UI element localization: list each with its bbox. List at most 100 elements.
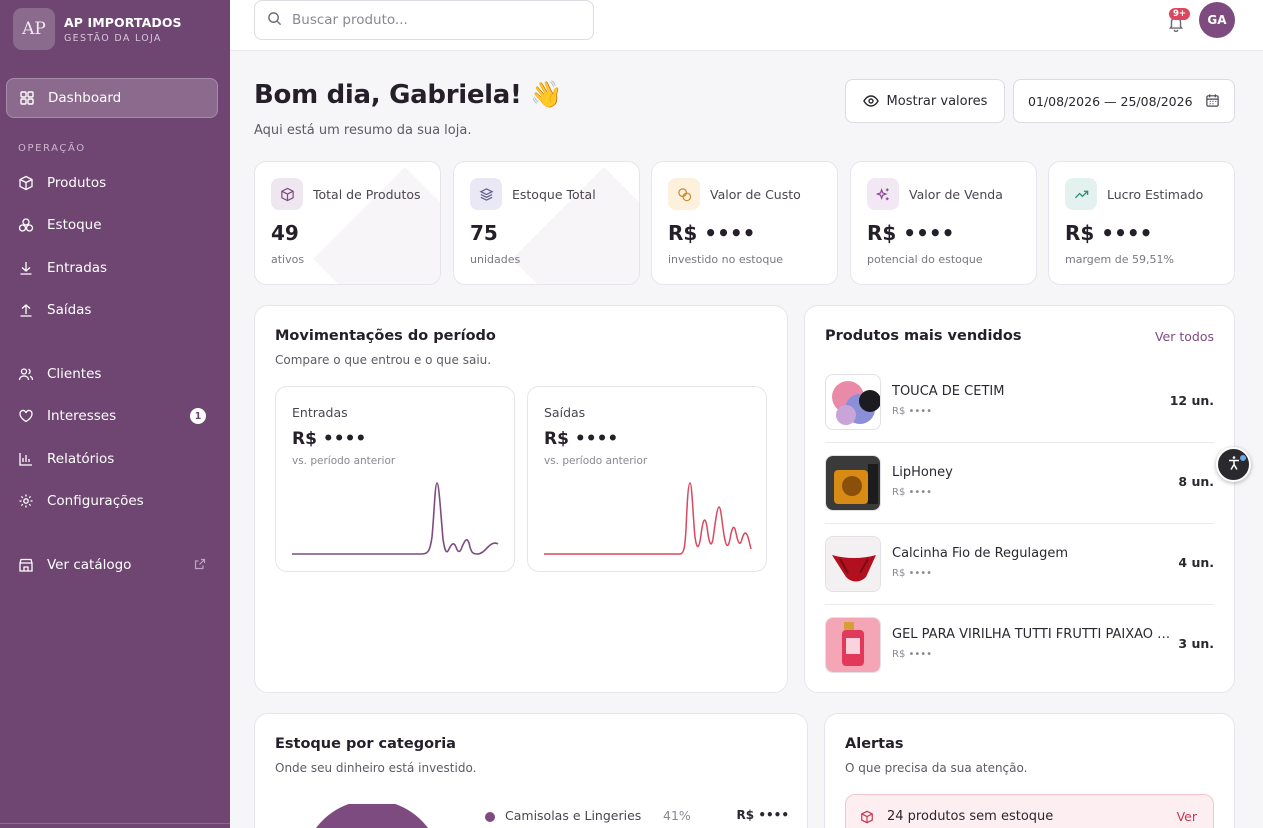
panel-subtitle: O que precisa da sua atenção. [845, 761, 1028, 775]
sidebar-item-label: Dashboard [48, 90, 122, 106]
legend-pct: 41% [663, 808, 691, 823]
nav-section-operacao: OPERAÇÃO [18, 143, 86, 154]
box-icon [860, 809, 874, 828]
alert-text: 24 produtos sem estoque [887, 809, 1054, 824]
sidebar-item-label: Ver catálogo [47, 557, 132, 573]
sidebar-item-produtos[interactable]: Produtos [6, 163, 218, 203]
kpi-card-valor-custo: Valor de Custo R$ •••• investido no esto… [651, 161, 838, 285]
search-icon [267, 11, 282, 30]
entradas-label: Entradas [292, 405, 348, 420]
sidebar-item-entradas[interactable]: Entradas [6, 248, 218, 288]
gear-icon [18, 493, 34, 509]
kpi-value: R$ •••• [867, 221, 955, 245]
sidebar-item-configuracoes[interactable]: Configurações [6, 481, 218, 521]
kpi-card-lucro-estimado: Lucro Estimado R$ •••• margem de 59,51% [1048, 161, 1235, 285]
kpi-sub: investido no estoque [668, 253, 784, 266]
product-image [825, 617, 881, 673]
external-link-icon [194, 558, 206, 573]
saidas-value: R$ •••• [544, 429, 619, 449]
interesses-badge: 1 [190, 408, 206, 424]
sidebar: AP AP IMPORTADOS GESTÃO DA LOJA Dashboar… [0, 0, 230, 828]
category-donut-chart [316, 804, 428, 828]
notification-badge: 9+ [1169, 8, 1191, 20]
brand-subtitle: GESTÃO DA LOJA [64, 32, 162, 44]
sidebar-item-label: Clientes [47, 366, 102, 382]
date-range-picker[interactable]: 01/08/2026 — 25/08/2026 [1013, 79, 1235, 123]
product-qty: 4 un. [1178, 555, 1214, 570]
product-price: R$ •••• [892, 649, 933, 660]
accessibility-status-dot [1240, 455, 1246, 461]
arrow-up-icon [18, 302, 34, 318]
product-name: Calcinha Fio de Regulagem [892, 546, 1069, 561]
product-name: GEL PARA VIRILHA TUTTI FRUTTI PAIXÃO 25.… [892, 627, 1177, 642]
top-products-panel: Produtos mais vendidos Ver todos TOUCA D… [804, 305, 1235, 693]
brand-logo: AP [13, 8, 55, 50]
panel-title: Estoque por categoria [275, 736, 456, 752]
sparkles-icon [867, 178, 899, 210]
panel-title: Movimentações do período [275, 328, 496, 344]
product-name: LipHoney [892, 465, 953, 480]
kpi-value: R$ •••• [1065, 221, 1153, 245]
sidebar-item-saidas[interactable]: Saídas [6, 290, 218, 330]
sidebar-item-estoque[interactable]: Estoque [6, 205, 218, 245]
sidebar-divider [0, 823, 230, 824]
product-image [825, 374, 881, 430]
search-box[interactable] [254, 0, 594, 40]
see-all-link[interactable]: Ver todos [1155, 329, 1214, 344]
entradas-value: R$ •••• [292, 429, 367, 449]
boxes-icon [18, 217, 34, 233]
kpi-value: R$ •••• [668, 221, 756, 245]
product-qty: 3 un. [1178, 636, 1214, 651]
kpi-value: 75 [470, 221, 498, 245]
product-row[interactable]: Calcinha Fio de Regulagem R$ •••• 4 un. [825, 524, 1214, 605]
sidebar-item-relatorios[interactable]: Relatórios [6, 439, 218, 479]
sidebar-item-label: Interesses [47, 408, 117, 424]
product-row[interactable]: LipHoney R$ •••• 8 un. [825, 443, 1214, 524]
kpi-label: Valor de Custo [710, 187, 801, 202]
product-qty: 12 un. [1169, 393, 1214, 408]
saidas-label: Saídas [544, 405, 586, 420]
sidebar-item-clientes[interactable]: Clientes [6, 354, 218, 394]
panel-subtitle: Onde seu dinheiro está investido. [275, 761, 477, 775]
sidebar-item-label: Entradas [47, 260, 108, 276]
brand[interactable]: AP AP IMPORTADOS GESTÃO DA LOJA [13, 8, 182, 50]
sidebar-item-label: Estoque [47, 217, 102, 233]
entradas-sparkline [292, 482, 499, 555]
sidebar-item-interesses[interactable]: Interesses 1 [6, 396, 218, 436]
show-values-button[interactable]: Mostrar valores [845, 79, 1005, 123]
layers-icon [470, 178, 502, 210]
avatar[interactable]: GA [1199, 2, 1235, 38]
kpi-sub: ativos [271, 253, 305, 266]
kpi-sub: unidades [470, 253, 521, 266]
topbar: 9+ GA [230, 0, 1263, 51]
kpi-label: Lucro Estimado [1107, 187, 1204, 202]
product-row[interactable]: GEL PARA VIRILHA TUTTI FRUTTI PAIXÃO 25.… [825, 605, 1214, 686]
panel-title: Produtos mais vendidos [825, 328, 1022, 344]
entradas-card: Entradas R$ •••• vs. período anterior [275, 386, 515, 572]
kpi-label: Valor de Venda [909, 187, 1003, 202]
card-decoration [313, 167, 440, 284]
box-icon [18, 175, 34, 191]
search-input[interactable] [292, 12, 572, 28]
brand-logo-text: AP [22, 19, 46, 39]
grid-icon [19, 90, 35, 106]
entradas-sub: vs. período anterior [292, 455, 396, 467]
sidebar-item-label: Configurações [47, 493, 144, 509]
date-range-text: 01/08/2026 — 25/08/2026 [1028, 93, 1193, 109]
sidebar-item-ver-catalogo[interactable]: Ver catálogo [6, 545, 218, 585]
eye-icon [862, 95, 879, 107]
sidebar-item-dashboard[interactable]: Dashboard [6, 78, 218, 118]
saidas-card: Saídas R$ •••• vs. período anterior [527, 386, 767, 572]
kpi-value: 49 [271, 221, 299, 245]
product-row[interactable]: TOUCA DE CETIM R$ •••• 12 un. [825, 362, 1214, 443]
product-price: R$ •••• [892, 487, 933, 498]
calendar-icon [1205, 93, 1220, 111]
accessibility-button[interactable] [1216, 447, 1251, 482]
product-image [825, 536, 881, 592]
kpi-sub: margem de 59,51% [1065, 253, 1174, 266]
alerts-panel: Alertas O que precisa da sua atenção. 24… [824, 713, 1235, 828]
alert-view-link[interactable]: Ver [1177, 809, 1197, 824]
kpi-sub: potencial do estoque [867, 253, 983, 266]
sidebar-item-label: Produtos [47, 175, 107, 191]
show-values-label: Mostrar valores [886, 93, 988, 109]
